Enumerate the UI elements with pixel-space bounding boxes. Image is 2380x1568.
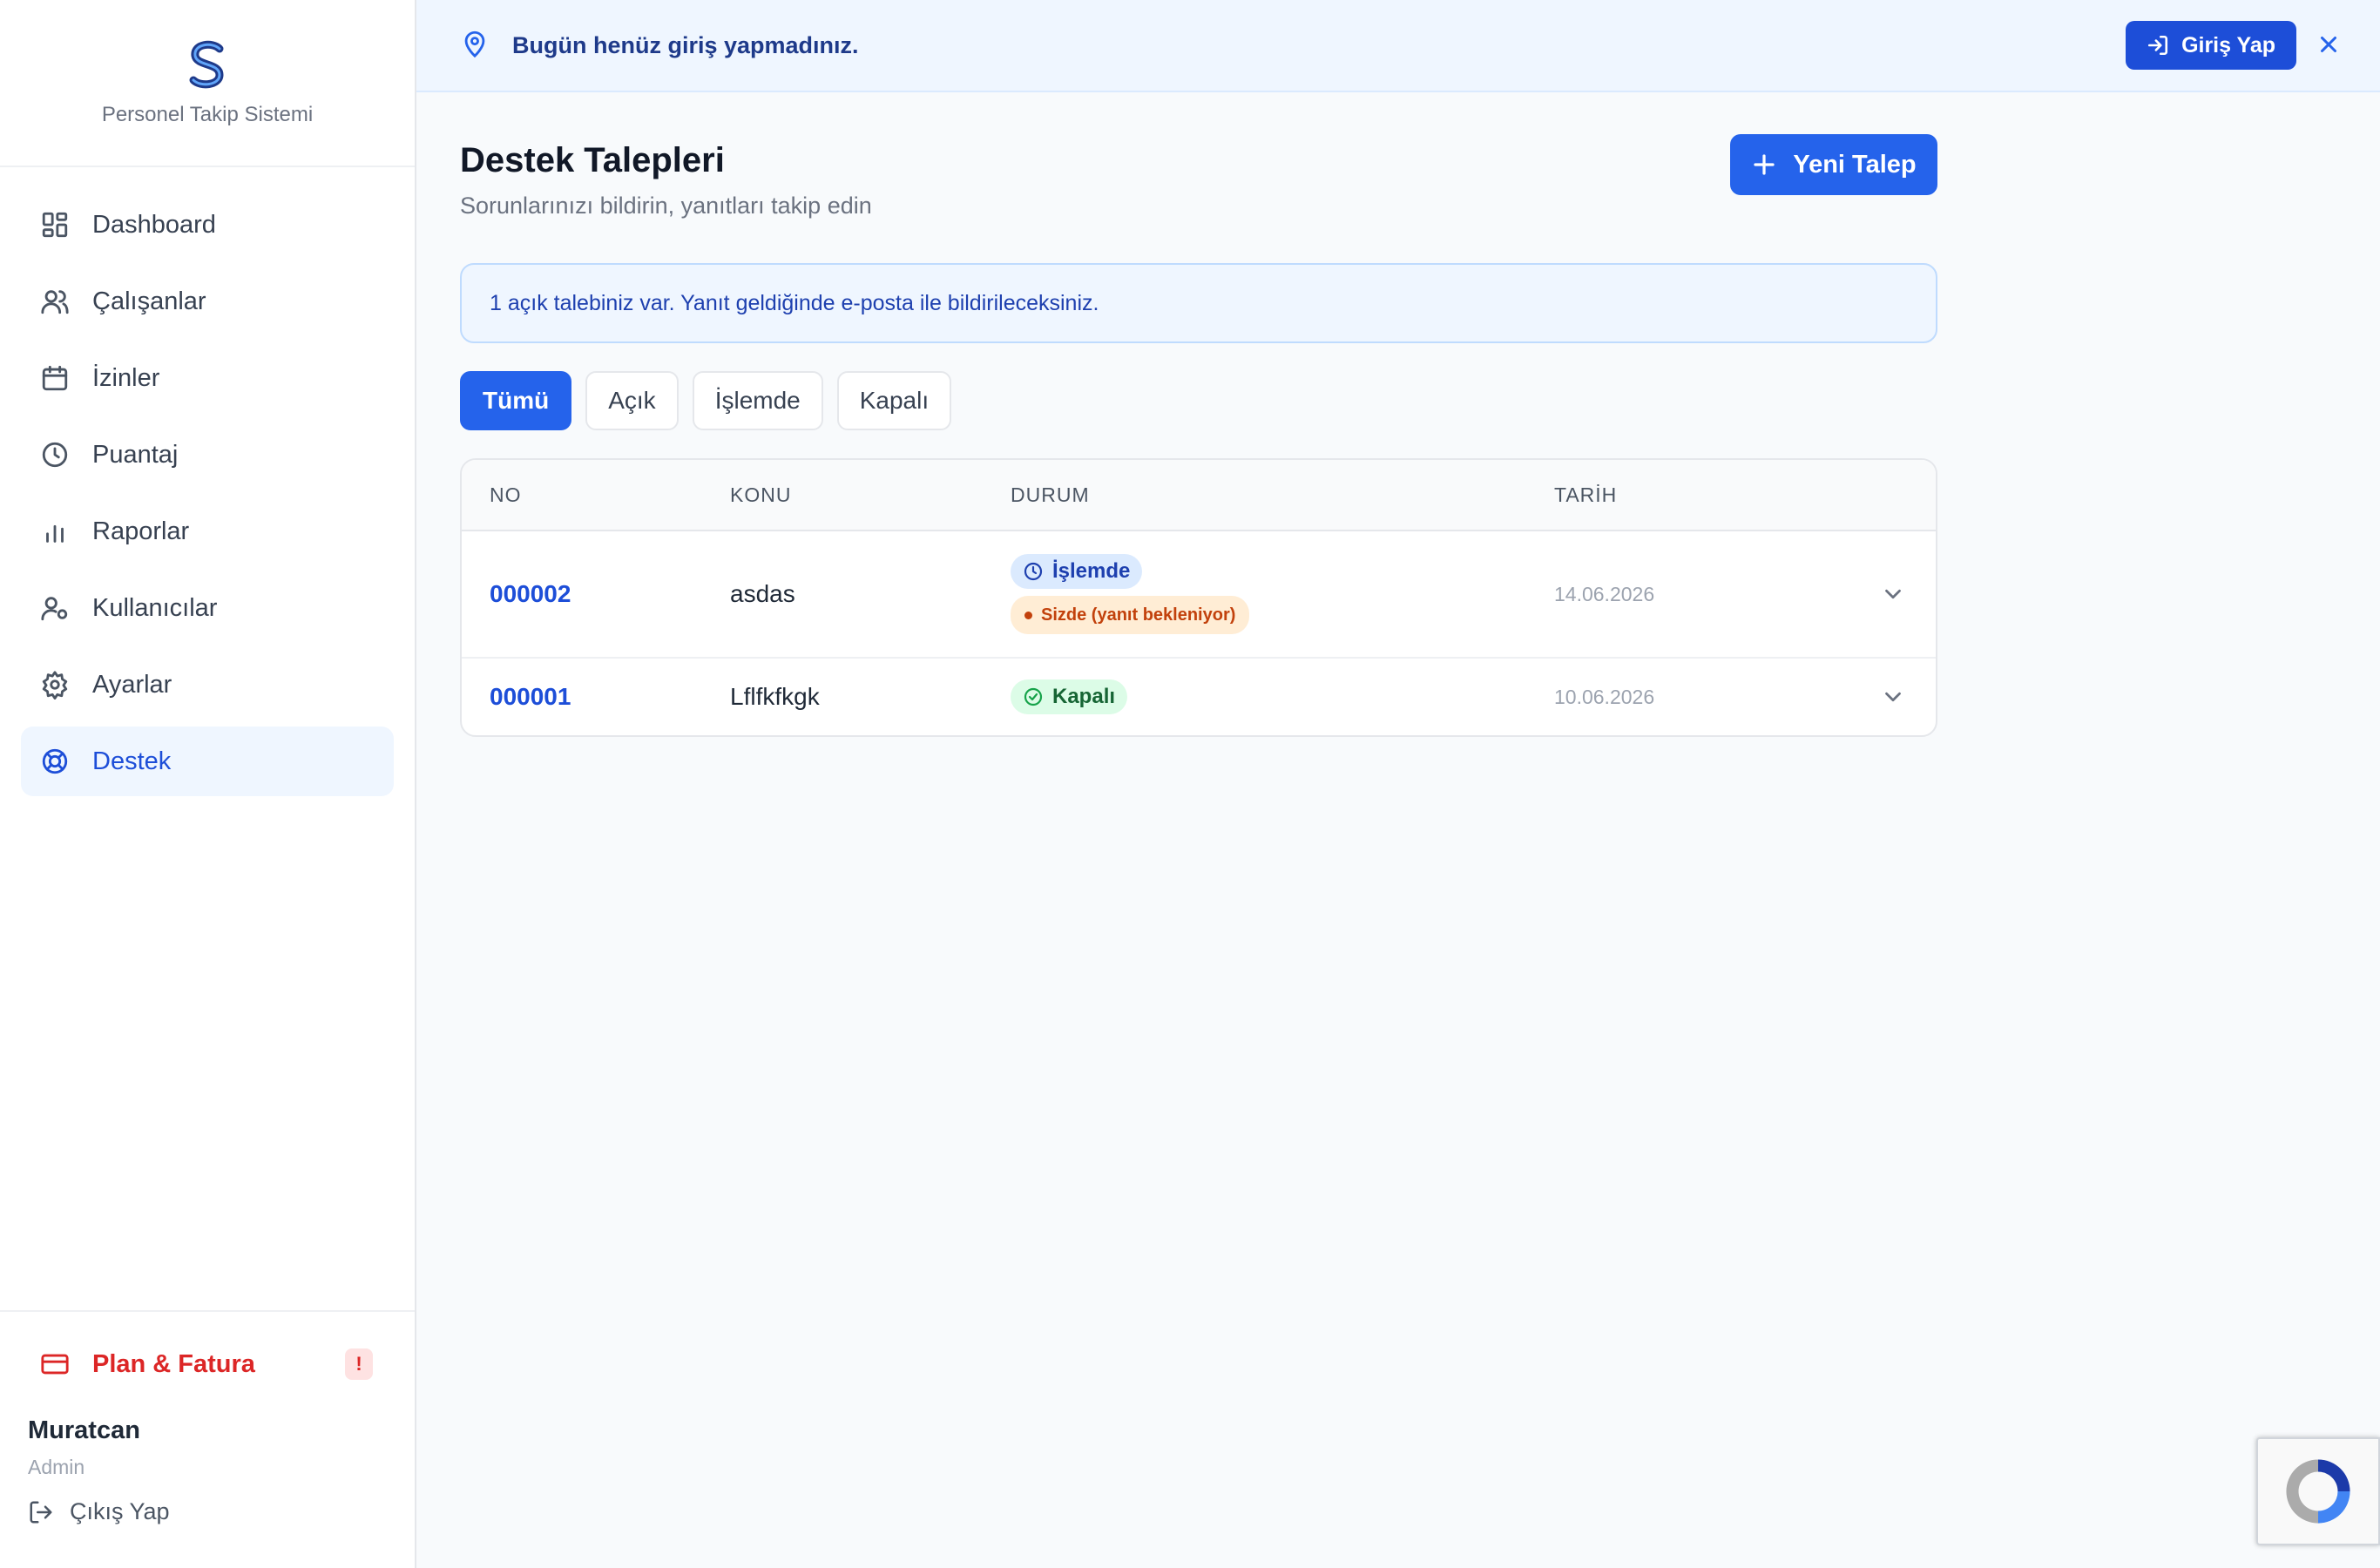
check-circle-icon <box>1024 687 1043 706</box>
sidebar-item-puantaj[interactable]: Puantaj <box>21 420 394 490</box>
logout-label: Çıkış Yap <box>70 1498 170 1524</box>
table-header: NO KONU DURUM TARİH <box>462 460 1936 531</box>
table-row[interactable]: 000001 Lflfkfkgk Kapalı 10.06.2026 <box>462 659 1936 735</box>
sidebar-item-calisanlar[interactable]: Çalışanlar <box>21 267 394 336</box>
new-ticket-button[interactable]: Yeni Talep <box>1730 134 1937 195</box>
plus-icon <box>1754 154 1775 175</box>
status-badge-label: İşlemde <box>1052 559 1131 583</box>
info-alert: 1 açık talebiniz var. Yanıt geldiğinde e… <box>460 263 1937 343</box>
column-header-konu: KONU <box>730 483 792 506</box>
recaptcha-badge[interactable] <box>2256 1437 2380 1545</box>
page-subtitle: Sorunlarınızı bildirin, yanıtları takip … <box>460 193 872 219</box>
sidebar-item-label: Raporlar <box>92 517 190 545</box>
column-header-durum: DURUM <box>1011 483 1090 506</box>
dot-icon <box>1024 611 1032 619</box>
status-badge: Kapalı <box>1011 679 1128 714</box>
calendar-icon <box>40 363 70 393</box>
sidebar-item-label: Kullanıcılar <box>92 593 218 622</box>
user-name: Muratcan <box>28 1416 140 1444</box>
lifebuoy-icon <box>40 747 70 776</box>
page-title: Destek Talepleri <box>460 141 725 179</box>
status-badge: İşlemde <box>1011 554 1143 589</box>
column-header-no: NO <box>490 483 522 506</box>
status-badge-label: Kapalı <box>1052 685 1116 708</box>
clock-icon <box>1024 562 1043 581</box>
login-icon <box>2148 35 2168 56</box>
filter-in-progress[interactable]: İşlemde <box>692 371 823 430</box>
main-content: Destek Talepleri Sorunlarınızı bildirin,… <box>460 92 1937 737</box>
sidebar-item-raporlar[interactable]: Raporlar <box>21 497 394 566</box>
awaiting-reply-badge: Sizde (yanıt bekleniyor) <box>1011 596 1250 634</box>
logout-button[interactable]: Çıkış Yap <box>28 1498 394 1525</box>
new-ticket-label: Yeni Talep <box>1793 150 1917 179</box>
checkin-button[interactable]: Giriş Yap <box>2126 21 2296 70</box>
ticket-subject: Lflfkfkgk <box>730 683 820 710</box>
filter-all[interactable]: Tümü <box>460 371 572 430</box>
close-icon[interactable] <box>2316 31 2342 57</box>
bar-chart-icon <box>40 517 70 546</box>
user-gear-icon <box>40 593 70 623</box>
filter-closed[interactable]: Kapalı <box>836 371 952 430</box>
brand-logo[interactable] <box>181 38 233 91</box>
sidebar-item-label: Destek <box>92 747 172 775</box>
gear-icon <box>40 670 70 700</box>
dashboard-icon <box>40 210 70 240</box>
sidebar-item-label: Ayarlar <box>92 670 172 699</box>
sidebar-item-label: İzinler <box>92 363 160 392</box>
logout-icon <box>30 1501 52 1523</box>
sidebar: Personel Takip Sistemi Dashboard Çalışan… <box>0 0 416 1568</box>
sidebar-item-destek[interactable]: Destek <box>21 727 394 796</box>
chevron-down-icon[interactable] <box>1880 684 1906 710</box>
sidebar-item-plan-fatura[interactable]: Plan & Fatura ! <box>21 1329 394 1399</box>
sidebar-item-ayarlar[interactable]: Ayarlar <box>21 650 394 720</box>
plan-label: Plan & Fatura <box>92 1349 255 1378</box>
ticket-number-link[interactable]: 000001 <box>490 683 571 710</box>
users-icon <box>40 287 70 316</box>
status-filters: Tümü Açık İşlemde Kapalı <box>460 371 1937 430</box>
recaptcha-icon <box>2286 1459 2350 1524</box>
ticket-date: 14.06.2026 <box>1554 582 1655 605</box>
ticket-subject: asdas <box>730 580 795 607</box>
sidebar-footer: Plan & Fatura ! Muratcan Admin Çıkış Yap <box>0 1310 415 1568</box>
brand-name: Personel Takip Sistemi <box>101 103 314 126</box>
ticket-date: 10.06.2026 <box>1554 685 1655 708</box>
banner-text: Bugün henüz giriş yapmadınız. <box>512 31 859 58</box>
sidebar-item-label: Dashboard <box>92 210 216 239</box>
brand: Personel Takip Sistemi <box>0 0 415 167</box>
credit-card-icon <box>40 1349 70 1379</box>
sidebar-item-label: Puantaj <box>92 440 179 469</box>
sidebar-nav: Dashboard Çalışanlar İzinler Puantaj Rap… <box>0 167 415 796</box>
filter-open[interactable]: Açık <box>585 371 679 430</box>
table-row[interactable]: 000002 asdas İşlemde Sizde (yanıt beklen… <box>462 531 1936 659</box>
chevron-down-icon[interactable] <box>1880 581 1906 607</box>
plan-alert-badge: ! <box>345 1348 373 1380</box>
tickets-table: NO KONU DURUM TARİH 000002 asdas İşlemde… <box>460 458 1937 737</box>
clock-icon <box>40 440 70 470</box>
checkin-button-label: Giriş Yap <box>2181 32 2275 57</box>
ticket-number-link[interactable]: 000002 <box>490 580 571 607</box>
sidebar-item-izinler[interactable]: İzinler <box>21 343 394 413</box>
column-header-tarih: TARİH <box>1554 483 1618 506</box>
map-pin-icon <box>460 29 490 63</box>
awaiting-reply-label: Sizde (yanıt bekleniyor) <box>1041 605 1236 625</box>
checkin-banner: Bugün henüz giriş yapmadınız. Giriş Yap <box>416 0 2380 92</box>
sidebar-item-kullanicilar[interactable]: Kullanıcılar <box>21 573 394 643</box>
sidebar-item-dashboard[interactable]: Dashboard <box>21 190 394 260</box>
sidebar-item-label: Çalışanlar <box>92 287 206 315</box>
user-role: Admin <box>28 1456 85 1478</box>
